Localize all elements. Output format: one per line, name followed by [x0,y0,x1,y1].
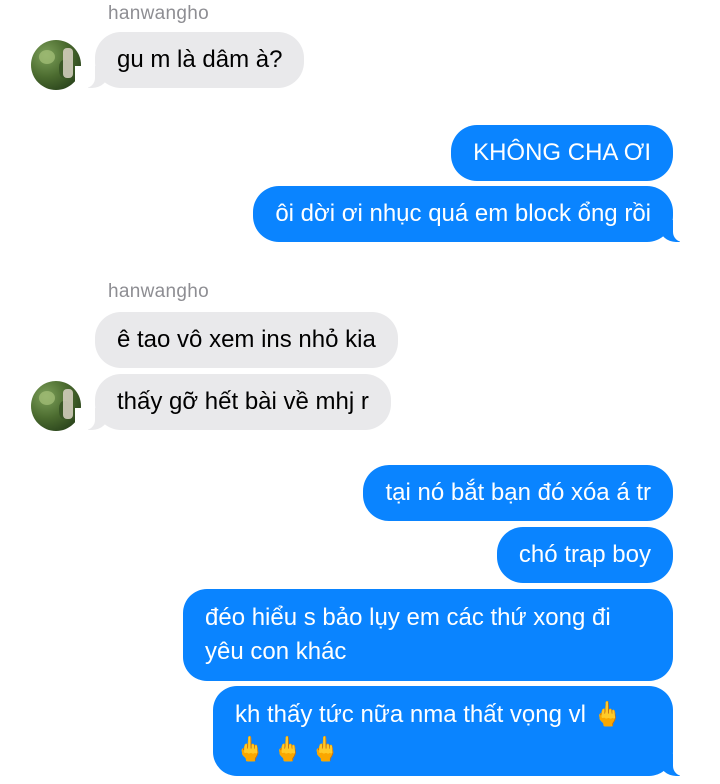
contact-avatar[interactable] [31,381,81,431]
sender-name: hanwangho [108,281,209,302]
message-text: thấy gỡ hết bài về mhj r [117,388,369,415]
message-text: KHÔNG CHA ƠI [473,139,651,166]
message-bubble-outgoing[interactable]: đéo hiểu s bảo lụy em các thứ xong đi yê… [183,589,673,681]
message-text: đéo hiểu s bảo lụy em các thứ xong đi yê… [205,604,611,665]
message-bubble-outgoing[interactable]: ôi dời ơi nhục quá em block ổng rồi [253,186,693,242]
middle-finger-emoji-icon: 🖕 [592,700,623,728]
message-bubble-outgoing[interactable]: kh thấy tức nữa nma thất vọng vl 🖕 🖕 🖕 🖕 [213,686,693,776]
message-text: tại nó bắt bạn đó xóa á tr [385,479,651,506]
sender-name: hanwangho [108,3,209,24]
message-bubble-outgoing[interactable]: KHÔNG CHA ƠI [451,125,673,181]
message-text: ê tao vô xem ins nhỏ kia [117,326,376,353]
message-text: ôi dời ơi nhục quá em block ổng rồi [275,200,651,227]
message-bubble-outgoing[interactable]: tại nó bắt bạn đó xóa á tr [363,465,673,521]
message-text: kh thấy tức nữa nma thất vọng vl [235,701,586,728]
message-text: gu m là dâm à? [117,46,283,73]
message-bubble-outgoing[interactable]: chó trap boy [496,527,673,583]
message-bubble-incoming[interactable]: ê tao vô xem ins nhỏ kia [95,312,398,368]
message-bubble-incoming[interactable]: gu m là dâm à? [74,32,305,88]
contact-avatar[interactable] [31,40,81,90]
middle-finger-emoji-icon: 🖕 🖕 🖕 [235,735,340,763]
message-text: chó trap boy [518,541,651,568]
message-bubble-incoming[interactable]: thấy gỡ hết bài về mhj r [75,374,391,430]
